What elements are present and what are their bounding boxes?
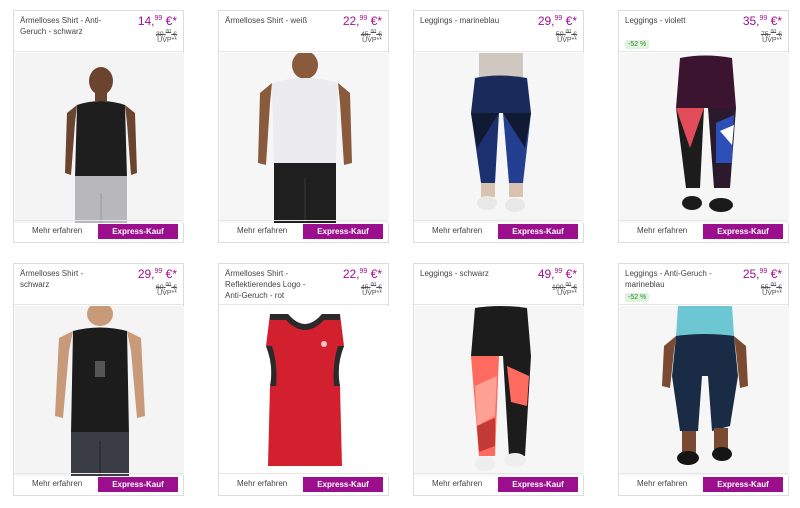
express-buy-button[interactable]: Express-Kauf [703, 224, 783, 239]
product-price: 35,99 €* [742, 14, 782, 28]
express-buy-button[interactable]: Express-Kauf [98, 224, 178, 239]
card-footer: Mehr erfahren Express-Kauf [619, 473, 788, 495]
product-card[interactable]: Leggings - marineblau 29,99 €* 50,00 € U… [413, 10, 584, 243]
more-info-link[interactable]: Mehr erfahren [432, 226, 482, 235]
product-image[interactable] [415, 53, 584, 223]
more-info-link[interactable]: Mehr erfahren [432, 479, 482, 488]
more-info-link[interactable]: Mehr erfahren [237, 226, 287, 235]
product-image[interactable] [15, 53, 184, 223]
card-footer: Mehr erfahren Express-Kauf [219, 220, 388, 242]
product-image[interactable] [620, 306, 789, 476]
product-price: 22,99 €* [342, 14, 382, 28]
product-card[interactable]: Leggings - Anti-Geruch - marineblau 25,9… [618, 263, 789, 496]
card-header: Ärmelloses Shirt - weiß 22,99 €* 45,00 €… [219, 11, 388, 52]
product-price: 49,99 €* [537, 267, 577, 281]
product-price: 22,99 €* [342, 267, 382, 281]
more-info-link[interactable]: Mehr erfahren [637, 226, 687, 235]
product-title[interactable]: Leggings - schwarz [420, 268, 512, 279]
product-card[interactable]: Ärmelloses Shirt - weiß 22,99 €* 45,00 €… [218, 10, 389, 243]
uvp-label: UVP** [157, 37, 177, 44]
card-header: Leggings - marineblau 29,99 €* 50,00 € U… [414, 11, 583, 52]
uvp-label: UVP** [557, 290, 577, 297]
more-info-link[interactable]: Mehr erfahren [637, 479, 687, 488]
uvp-label: UVP** [762, 290, 782, 297]
express-buy-button[interactable]: Express-Kauf [498, 224, 578, 239]
express-buy-button[interactable]: Express-Kauf [498, 477, 578, 492]
product-title[interactable]: Ärmelloses Shirt - Anti-Geruch - schwarz [20, 15, 112, 37]
product-title[interactable]: Leggings - marineblau [420, 15, 512, 26]
card-header: Leggings - Anti-Geruch - marineblau 25,9… [619, 264, 788, 305]
product-image[interactable] [15, 306, 184, 476]
discount-badge: -52 % [625, 293, 650, 302]
card-footer: Mehr erfahren Express-Kauf [414, 220, 583, 242]
product-card[interactable]: Leggings - schwarz 49,99 €* 100,00 € UVP… [413, 263, 584, 496]
express-buy-button[interactable]: Express-Kauf [303, 477, 383, 492]
card-header: Leggings - violett 35,99 €* 75,00 € UVP*… [619, 11, 788, 52]
product-card[interactable]: Leggings - violett 35,99 €* 75,00 € UVP*… [618, 10, 789, 243]
product-price: 25,99 €* [742, 267, 782, 281]
product-image[interactable] [620, 53, 789, 223]
card-footer: Mehr erfahren Express-Kauf [619, 220, 788, 242]
product-price: 29,99 €* [537, 14, 577, 28]
more-info-link[interactable]: Mehr erfahren [32, 226, 82, 235]
product-price: 29,99 €* [137, 267, 177, 281]
card-footer: Mehr erfahren Express-Kauf [14, 220, 183, 242]
express-buy-button[interactable]: Express-Kauf [98, 477, 178, 492]
product-title[interactable]: Leggings - Anti-Geruch - marineblau [625, 268, 717, 290]
product-title[interactable]: Ärmelloses Shirt - Reflektierendes Logo … [225, 268, 317, 301]
express-buy-button[interactable]: Express-Kauf [303, 224, 383, 239]
card-header: Ärmelloses Shirt - schwarz 29,99 €* 60,0… [14, 264, 183, 305]
product-title[interactable]: Ärmelloses Shirt - schwarz [20, 268, 112, 290]
card-footer: Mehr erfahren Express-Kauf [219, 473, 388, 495]
uvp-label: UVP** [362, 37, 382, 44]
uvp-label: UVP** [157, 290, 177, 297]
card-footer: Mehr erfahren Express-Kauf [414, 473, 583, 495]
product-card[interactable]: Ärmelloses Shirt - Reflektierendes Logo … [218, 263, 389, 496]
product-card[interactable]: Ärmelloses Shirt - Anti-Geruch - schwarz… [13, 10, 184, 243]
product-title[interactable]: Ärmelloses Shirt - weiß [225, 15, 317, 26]
uvp-label: UVP** [557, 37, 577, 44]
express-buy-button[interactable]: Express-Kauf [703, 477, 783, 492]
discount-badge: -52 % [625, 40, 650, 49]
more-info-link[interactable]: Mehr erfahren [32, 479, 82, 488]
product-title[interactable]: Leggings - violett [625, 15, 717, 26]
uvp-label: UVP** [362, 290, 382, 297]
product-image[interactable] [415, 306, 584, 476]
product-price: 14,99 €* [137, 14, 177, 28]
card-footer: Mehr erfahren Express-Kauf [14, 473, 183, 495]
card-header: Ärmelloses Shirt - Reflektierendes Logo … [219, 264, 388, 305]
product-image[interactable] [220, 53, 389, 223]
more-info-link[interactable]: Mehr erfahren [237, 479, 287, 488]
product-image[interactable] [220, 306, 389, 476]
product-card[interactable]: Ärmelloses Shirt - schwarz 29,99 €* 60,0… [13, 263, 184, 496]
card-header: Ärmelloses Shirt - Anti-Geruch - schwarz… [14, 11, 183, 52]
card-header: Leggings - schwarz 49,99 €* 100,00 € UVP… [414, 264, 583, 305]
uvp-label: UVP** [762, 37, 782, 44]
